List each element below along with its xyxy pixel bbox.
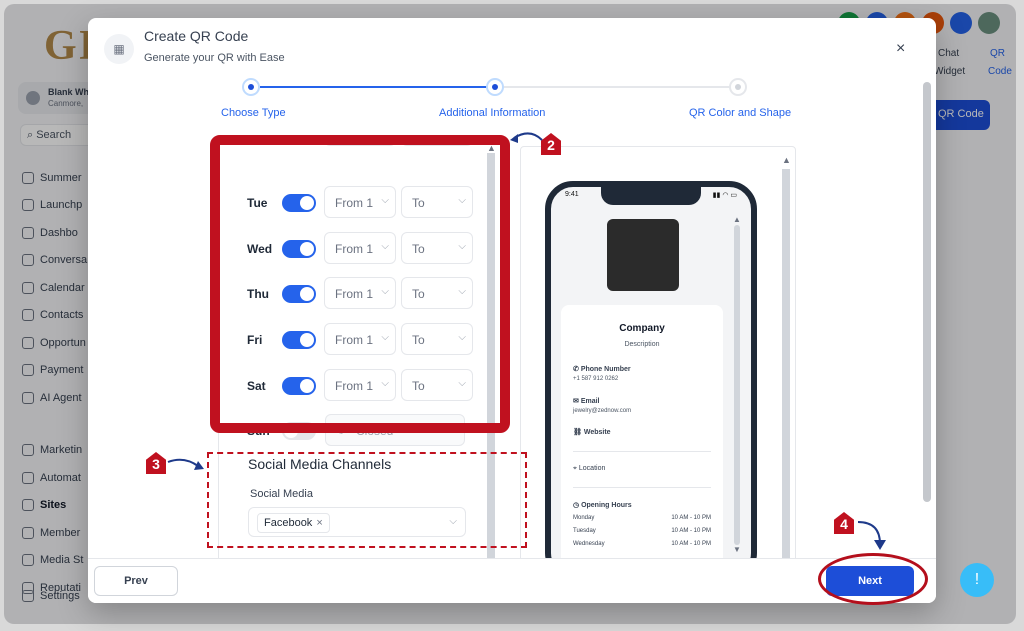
qr-icon: ▦	[104, 34, 134, 64]
phone-icon: ✆	[573, 366, 581, 373]
hour-value: 10 AM - 10 PM	[671, 515, 711, 521]
prev-button[interactable]: Prev	[94, 566, 178, 596]
preview-description: Description	[624, 341, 660, 348]
hour-day: Tuesday	[573, 528, 596, 534]
annotation-highlight-hours	[210, 135, 510, 433]
phone-label-text: Phone Number	[580, 366, 631, 373]
email-label: ✉ Email	[573, 397, 600, 405]
phone-notch	[601, 187, 701, 205]
modal-title: Create QR Code	[144, 28, 249, 44]
hour-day: Wednesday	[573, 541, 605, 547]
status-time: 9:41	[565, 191, 579, 198]
annotation-highlight-next	[818, 553, 928, 605]
hours-label-text: Opening Hours	[581, 502, 632, 509]
signal-icon: ▮▮ ◠ ▭	[712, 192, 737, 199]
company-photo	[607, 219, 679, 291]
divider	[573, 451, 711, 452]
step-line-pending	[504, 86, 736, 88]
step-label-additional-info[interactable]: Additional Information	[439, 107, 545, 119]
modal-subtitle: Generate your QR with Ease	[144, 52, 285, 64]
website-label-text: Website	[583, 429, 611, 436]
phone-preview-panel: 9:41 ▮▮ ◠ ▭ Company Description ✆ Phone …	[520, 146, 796, 566]
annotation-highlight-social	[207, 452, 527, 548]
close-icon[interactable]: ×	[896, 40, 905, 58]
hour-value: 10 AM - 10 PM	[671, 541, 711, 547]
scroll-up-icon[interactable]: ▲	[782, 155, 791, 165]
annotation-arrow-2	[510, 132, 543, 143]
link-icon: ⛓	[573, 429, 584, 436]
step-line-done	[260, 86, 496, 88]
clock-icon: ◷	[573, 502, 582, 509]
modal-footer: Prev Next	[88, 558, 936, 603]
phone-scrollbar[interactable]: ▲ ▼	[733, 215, 741, 555]
scroll-thumb[interactable]	[923, 82, 931, 502]
modal-scrollbar[interactable]	[922, 78, 932, 598]
preview-company: Company	[619, 323, 665, 334]
scroll-thumb[interactable]	[734, 225, 740, 545]
hour-row: Tuesday 10 AM - 10 PM	[573, 528, 711, 534]
preview-card: Company Description ✆ Phone Number +1 58…	[561, 305, 723, 565]
step-dot-qr-color[interactable]	[729, 78, 747, 96]
step-dot-choose-type[interactable]	[242, 78, 260, 96]
step-dot-additional-info[interactable]	[486, 78, 504, 96]
phone-label: ✆ Phone Number	[573, 365, 631, 373]
hour-row: Monday 10 AM - 10 PM	[573, 515, 711, 521]
divider	[573, 487, 711, 488]
location-label: ⌖ Location	[573, 465, 605, 473]
mail-icon: ✉	[573, 398, 581, 405]
step-indicator: Choose Type Additional Information QR Co…	[88, 78, 936, 128]
email-value: jewelry@zednow.com	[573, 408, 632, 414]
phone-mockup: 9:41 ▮▮ ◠ ▭ Company Description ✆ Phone …	[545, 181, 757, 565]
step-label-qr-color[interactable]: QR Color and Shape	[689, 107, 791, 119]
scroll-up-icon[interactable]: ▲	[733, 215, 741, 224]
location-label-text: Location	[578, 465, 606, 472]
annotation-arrow-4	[857, 521, 886, 550]
phone-value: +1 587 912 0262	[573, 376, 619, 382]
feedback-icon[interactable]: !	[960, 563, 994, 597]
hour-value: 10 AM - 10 PM	[671, 528, 711, 534]
hour-row: Wednesday 10 AM - 10 PM	[573, 541, 711, 547]
email-label-text: Email	[580, 398, 600, 405]
preview-scrollbar[interactable]: ▲	[782, 155, 791, 565]
website-label: ⛓ Website	[573, 428, 611, 436]
opening-hours-label: ◷ Opening Hours	[573, 501, 632, 509]
annotation-arrow-3	[167, 458, 204, 470]
scroll-thumb[interactable]	[782, 169, 790, 565]
step-label-choose-type[interactable]: Choose Type	[221, 107, 286, 119]
scroll-down-icon[interactable]: ▼	[733, 545, 741, 554]
hour-day: Monday	[573, 515, 595, 521]
